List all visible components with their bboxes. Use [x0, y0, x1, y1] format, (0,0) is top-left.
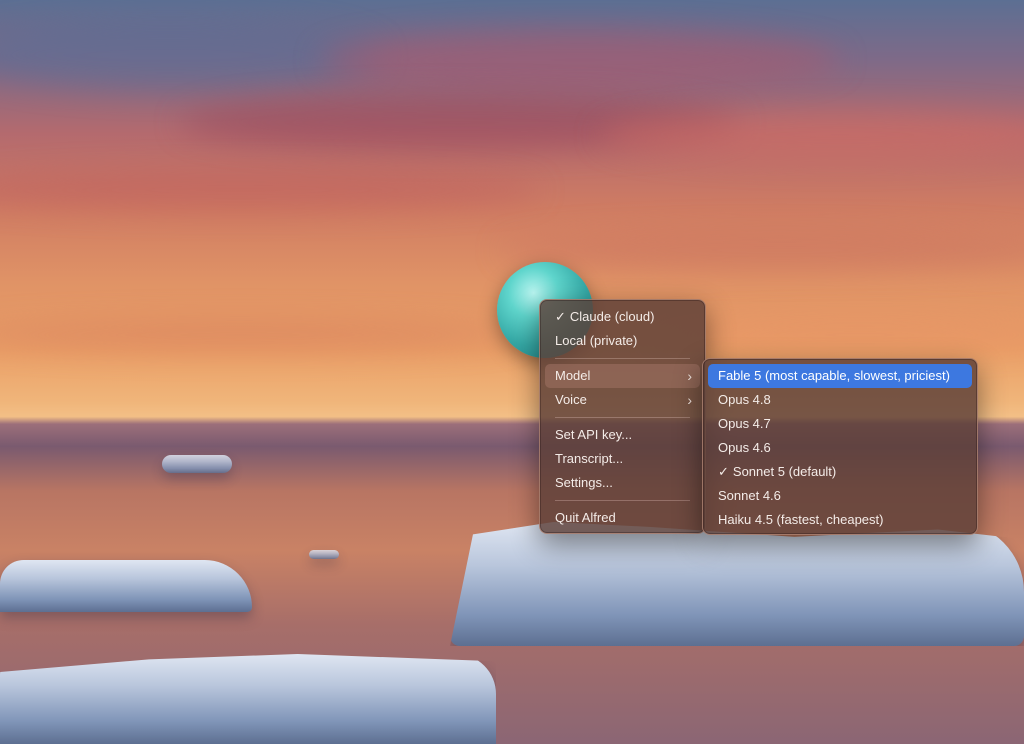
menu-item-label: Settings...: [555, 475, 613, 490]
model-option-opus-4-6[interactable]: Opus 4.6: [708, 436, 972, 460]
menu-item-label: Sonnet 5 (default): [732, 464, 837, 479]
model-option-sonnet-5[interactable]: ✓ Sonnet 5 (default): [708, 460, 972, 484]
chevron-right-icon: ›: [687, 368, 692, 384]
cloud: [0, 170, 540, 210]
menu-separator: [555, 358, 690, 359]
menu-item-label: Local (private): [555, 333, 638, 348]
menu-item-label: Opus 4.7: [718, 416, 771, 431]
menu-item-label: Transcript...: [555, 451, 624, 466]
cloud: [650, 320, 1024, 350]
menu-item-local-private[interactable]: Local (private): [545, 329, 700, 353]
menu-item-label: Voice: [555, 392, 587, 407]
menu-item-transcript[interactable]: Transcript...: [545, 447, 700, 471]
cloud: [320, 30, 840, 90]
iceberg: [162, 455, 232, 473]
model-option-haiku-4-5[interactable]: Haiku 4.5 (fastest, cheapest): [708, 508, 972, 532]
menu-separator: [555, 500, 690, 501]
model-option-opus-4-8[interactable]: Opus 4.8: [708, 388, 972, 412]
menu-item-label: Opus 4.8: [718, 392, 771, 407]
menu-item-label: Opus 4.6: [718, 440, 771, 455]
cloud: [0, 320, 520, 350]
menu-item-voice[interactable]: Voice ›: [545, 388, 700, 412]
model-option-fable-5[interactable]: Fable 5 (most capable, slowest, priciest…: [708, 364, 972, 388]
menu-item-label: Sonnet 4.6: [718, 488, 781, 503]
menu-item-quit[interactable]: Quit Alfred: [545, 506, 700, 530]
desktop-wallpaper: ✓ Claude (cloud) Local (private) Model › …: [0, 0, 1024, 744]
checkmark-icon: ✓: [555, 309, 566, 324]
menu-item-claude-cloud[interactable]: ✓ Claude (cloud): [545, 305, 700, 329]
checkmark-icon: ✓: [718, 464, 729, 479]
menu-item-model[interactable]: Model ›: [545, 364, 700, 388]
menu-item-label: Set API key...: [555, 427, 633, 442]
context-menu: ✓ Claude (cloud) Local (private) Model › …: [539, 299, 706, 534]
cloud: [600, 110, 1024, 160]
iceberg: [450, 522, 1024, 646]
menu-item-label: Claude (cloud): [569, 309, 655, 324]
model-option-sonnet-4-6[interactable]: Sonnet 4.6: [708, 484, 972, 508]
model-option-opus-4-7[interactable]: Opus 4.7: [708, 412, 972, 436]
menu-item-label: Model: [555, 368, 591, 383]
chevron-right-icon: ›: [687, 392, 692, 408]
menu-separator: [555, 417, 690, 418]
menu-item-settings[interactable]: Settings...: [545, 471, 700, 495]
iceberg: [0, 654, 496, 744]
menu-item-set-api-key[interactable]: Set API key...: [545, 423, 700, 447]
iceberg: [0, 560, 252, 612]
menu-item-label: Quit Alfred: [555, 510, 616, 525]
cloud: [500, 230, 1024, 270]
model-submenu: Fable 5 (most capable, slowest, priciest…: [702, 358, 978, 535]
menu-item-label: Fable 5 (most capable, slowest, priciest…: [718, 368, 950, 383]
iceberg: [309, 550, 339, 559]
menu-item-label: Haiku 4.5 (fastest, cheapest): [718, 512, 884, 527]
